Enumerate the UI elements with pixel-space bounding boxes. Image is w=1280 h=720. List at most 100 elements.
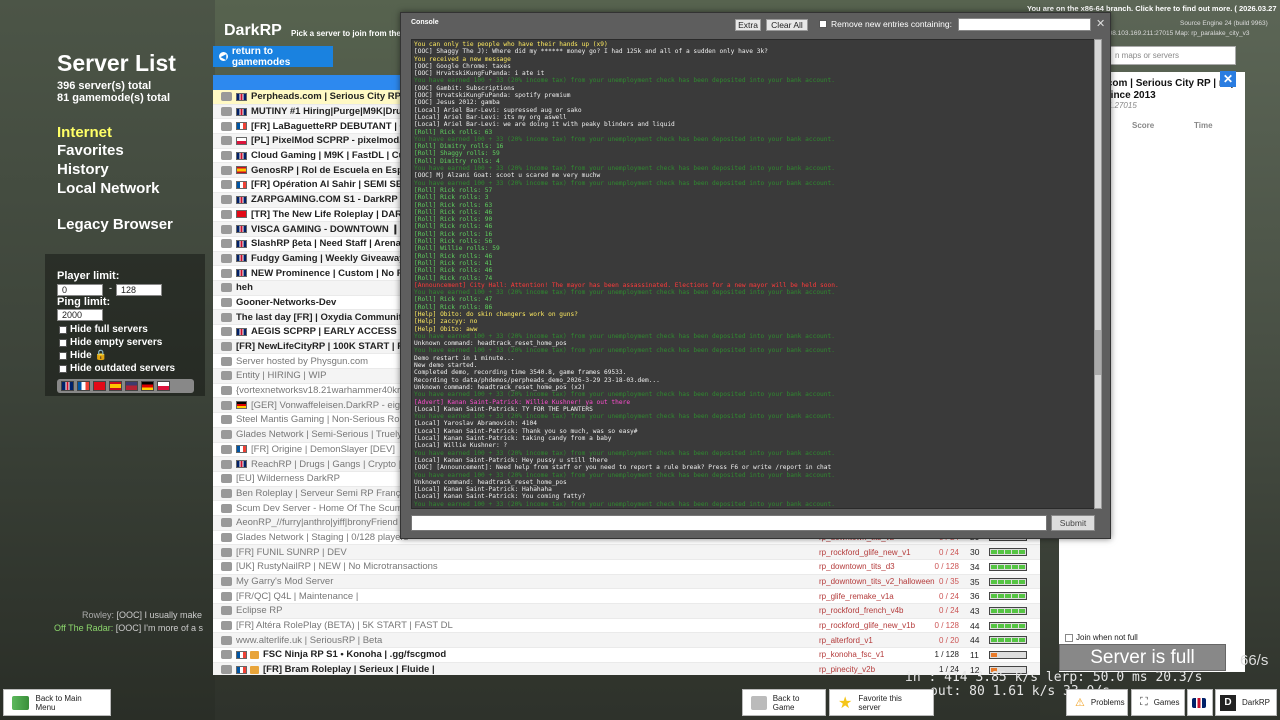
gamemode-button[interactable]: D DarkRP (1215, 689, 1277, 716)
flag-de-icon (236, 401, 247, 410)
hide-outdated-label: Hide outdated servers (70, 363, 176, 374)
hide-outdated-checkbox[interactable]: Hide outdated servers (59, 363, 175, 374)
flag-fr-icon[interactable] (77, 381, 90, 391)
console-line: [Local] Kanan Saint-Patrick: Thank you s… (414, 427, 638, 435)
server-name: Cloud Gaming | M9K | FastDL | Cust (251, 150, 413, 162)
map-server-search-input[interactable]: n maps or servers (1110, 46, 1236, 65)
chat-line: Off The Radar: [OOC] I'm more of a s (54, 623, 203, 633)
return-to-gamemodes-button[interactable]: ◀ return to gamemodes (213, 46, 333, 68)
flag-es-icon[interactable] (109, 381, 122, 391)
server-row[interactable]: [UK] RustyNailRP | NEW | No Microtransac… (213, 560, 1040, 575)
flag-gb-icon[interactable] (61, 381, 74, 391)
flag-gb-icon (236, 151, 247, 160)
server-map: rp_downtown_tits_d3 (819, 562, 895, 572)
gamepad-icon (221, 577, 232, 587)
server-row[interactable]: [FR/QC] Q4L | Maintenance | rp_glife_rema… (213, 589, 1040, 605)
gamepad-icon (221, 224, 232, 234)
server-row[interactable]: My Garry's Mod Server rp_downtown_tits_v2… (213, 574, 1040, 590)
nav-history[interactable]: History (57, 161, 109, 178)
ping-bar (989, 548, 1027, 557)
checkbox-box[interactable] (819, 20, 827, 28)
language-button[interactable] (1187, 689, 1213, 716)
server-row[interactable]: [FR] FUNIL SUNRP | DEV rp_rockford_glife_… (213, 545, 1040, 560)
server-row[interactable]: www.alterlife.uk | SeriousRP | Beta rp_al… (213, 633, 1040, 649)
chat-text: [OOC] I'm more of a s (115, 623, 203, 633)
console-scrollbar[interactable] (1094, 39, 1102, 509)
flag-de-icon[interactable] (141, 381, 154, 391)
checkbox-box[interactable] (59, 338, 67, 347)
console-line: [OOC] HrvatskiKungFuPanda: spotify premi… (414, 92, 571, 100)
gamepad-icon (221, 518, 232, 528)
server-players: 0 / 24 (938, 591, 959, 601)
extra-button[interactable]: Extra (735, 19, 761, 31)
column-time[interactable]: Time (1194, 121, 1213, 130)
console-line: [OOC] HrvatskiKungFuPanda: i ate it (414, 70, 545, 78)
console-line: [OOC] Jesus 2012: gamba (414, 99, 500, 107)
gamepad-icon (221, 430, 232, 440)
flag-tr-icon[interactable] (93, 381, 106, 391)
player-max-input[interactable]: 128 (116, 284, 162, 296)
back-to-game-button[interactable]: Back to Game (742, 689, 826, 716)
player-min-input[interactable]: 0 (57, 284, 103, 296)
nav-internet[interactable]: Internet (57, 124, 112, 141)
nav-legacy-browser[interactable]: Legacy Browser (57, 216, 173, 233)
join-when-not-full-checkbox[interactable]: Join when not full (1065, 633, 1138, 642)
server-name: Ben Roleplay | Serveur Semi RP França (236, 487, 406, 499)
server-name: [FR] NewLifeCityRP | 100K START | FAM (236, 341, 418, 353)
nav-favorites[interactable]: Favorites (57, 142, 124, 159)
gamepad-icon (221, 371, 232, 381)
checkbox-box[interactable] (59, 351, 67, 360)
gamepad-icon (221, 606, 232, 616)
games-button[interactable]: ⛶ Games (1131, 689, 1185, 716)
console-line: [Roll] Rick rolls: 90 (414, 216, 493, 224)
hide-full-checkbox[interactable]: Hide full servers (59, 324, 148, 335)
console-log[interactable]: You can only tie people who have their h… (411, 39, 1096, 509)
servers-total: 396 server(s) total (57, 80, 152, 92)
server-row[interactable]: FSC Ninja RP S1 • Konoha | .gg/fscgmod rp… (213, 648, 1040, 663)
ping-limit-label: Ping limit: (57, 296, 111, 308)
flag-gb-icon (236, 460, 247, 469)
server-row[interactable]: Eclipse RP rp_rockford_french_v4b 0 / 24 43 (213, 604, 1040, 619)
server-players: 0 / 128 (934, 562, 959, 572)
hide-empty-checkbox[interactable]: Hide empty servers (59, 337, 162, 348)
star-icon: ★ (838, 694, 853, 712)
console-line: [Roll] Rick rolls: 46 (414, 223, 493, 231)
server-map: rp_rockford_glife_new_v1b (819, 621, 916, 631)
problems-button[interactable]: ⚠ Problems (1066, 689, 1128, 716)
remove-entries-filter-input[interactable] (958, 18, 1091, 31)
fps-counter: 66/s (1240, 652, 1269, 669)
flag-us-icon[interactable] (125, 381, 138, 391)
nav-local-network[interactable]: Local Network (57, 180, 160, 197)
server-name: SlashRP βeta | Need Staff | Arena | F (251, 238, 415, 250)
favorite-server-button[interactable]: ★ Favorite this server (829, 689, 934, 716)
ping-bar (989, 636, 1027, 645)
gamepad-icon (221, 488, 232, 498)
flag-pl-icon[interactable] (157, 381, 170, 391)
console-line: You have earned 100 + 33 (20% income tax… (414, 413, 835, 421)
server-name: [PL] PixelMod SCPRP - pixelmod.pl - (251, 135, 417, 147)
close-icon[interactable]: ✕ (1096, 17, 1105, 30)
server-row[interactable]: [FR] Altéra RolePlay (BETA) | 5K START |… (213, 619, 1040, 634)
column-score[interactable]: Score (1132, 121, 1154, 130)
clear-all-button[interactable]: Clear All (766, 19, 808, 31)
checkbox-box[interactable] (59, 325, 67, 334)
checkbox-box[interactable] (1065, 633, 1073, 642)
server-name: [EU] Wilderness DarkRP (236, 473, 340, 485)
hide-locked-checkbox[interactable]: Hide 🔒 (59, 350, 107, 361)
gamepad-icon (221, 444, 232, 454)
checkbox-box[interactable] (59, 364, 67, 373)
console-submit-button[interactable]: Submit (1051, 515, 1095, 531)
server-name: Steel Mantis Gaming | Non-Serious Role (236, 414, 407, 426)
server-full-button[interactable]: Server is full (1059, 644, 1226, 671)
server-players: 0 / 35 (938, 577, 959, 587)
console-scrollbar-thumb[interactable] (1095, 330, 1101, 375)
join-when-not-full-label: Join when not full (1076, 633, 1138, 642)
back-to-main-menu-button[interactable]: Back to Main Menu (3, 689, 111, 716)
console-line: [Roll] Rick rolls: 63 (414, 201, 493, 209)
remove-entries-checkbox[interactable]: Remove new entries containing: (819, 19, 952, 29)
console-line: [Roll] Rick rolls: 63 (414, 128, 493, 136)
server-name: [FR/QC] Q4L | Maintenance | (236, 590, 359, 602)
close-icon[interactable]: ✕ (1220, 71, 1236, 87)
console-command-input[interactable] (411, 515, 1047, 531)
ping-limit-input[interactable]: 2000 (57, 309, 103, 321)
